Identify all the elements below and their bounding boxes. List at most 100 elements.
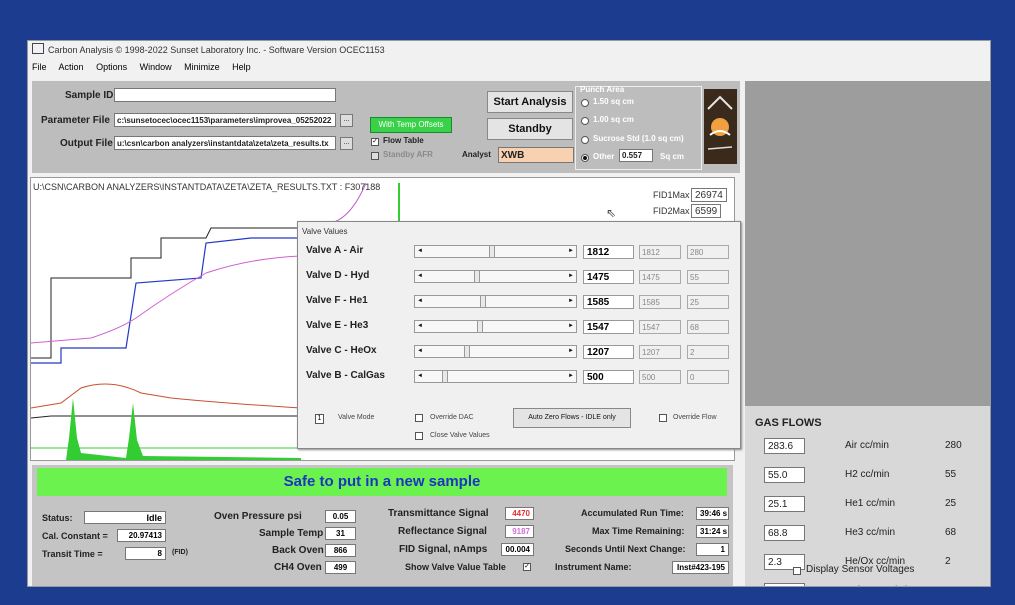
override-dac-checkbox[interactable] [415,414,423,422]
gas-flow-setpoint: 55 [945,469,957,480]
slider-left-arrow-icon[interactable]: ◄ [415,271,425,282]
slider-right-arrow-icon[interactable]: ► [566,371,576,382]
valve-value[interactable]: 1812 [583,245,634,259]
punch-label-1-00: 1.00 sq cm [593,115,634,124]
slider-left-arrow-icon[interactable]: ◄ [415,371,425,382]
slider-right-arrow-icon[interactable]: ► [566,271,576,282]
menu-file[interactable]: File [32,62,47,72]
window-title: Carbon Analysis © 1998-2022 Sunset Labor… [48,45,385,55]
slider-thumb[interactable] [480,296,486,307]
menu-help[interactable]: Help [232,62,251,72]
flow-table-checkbox[interactable]: ✓ [371,138,379,146]
gas-flow-reading: 25.1 [764,496,805,512]
output-browse-button[interactable]: ... [340,137,353,150]
slider-thumb[interactable] [489,246,495,257]
valve-mode-input[interactable]: 1 [315,414,324,424]
fid-signal-label: FID Signal, nAmps [399,544,488,555]
max-time-value: 31:24 s [696,525,729,538]
gas-flow-reading: 68.8 [764,525,805,541]
control-panel: Sample ID Parameter File c:\sunsetocec\o… [32,81,740,173]
with-temp-offsets-button[interactable]: With Temp Offsets [370,117,452,133]
close-valve-checkbox[interactable] [415,432,423,440]
valve-value-2: 1207 [639,345,681,359]
start-analysis-button[interactable]: Start Analysis [487,91,573,113]
valve-name: Valve D - Hyd [306,270,370,281]
slider-left-arrow-icon[interactable]: ◄ [415,246,425,257]
output-file-input[interactable]: u:\csn\carbon analyzers\instantdata\zeta… [114,136,336,150]
show-valve-table-label: Show Valve Value Table [405,562,506,572]
override-flow-checkbox[interactable] [659,414,667,422]
punch-radio-other[interactable] [581,154,589,162]
menu-options[interactable]: Options [96,62,127,72]
sample-id-input[interactable] [114,88,336,102]
valve-value[interactable]: 1585 [583,295,634,309]
valve-name: Valve E - He3 [306,320,369,331]
gas-flow-setpoint: 0 [945,585,951,586]
fid2-label: FID2Max [653,206,690,216]
parameter-file-label: Parameter File [41,115,110,126]
auto-zero-flows-button[interactable]: Auto Zero Flows - IDLE only [513,408,631,428]
slider-thumb[interactable] [474,271,480,282]
menu-minimize[interactable]: Minimize [184,62,220,72]
punch-radio-1-50[interactable] [581,99,589,107]
valve-value[interactable]: 1547 [583,320,634,334]
valve-row: Valve D - Hyd ◄ ► 1475 1475 55 [298,267,740,287]
slider-right-arrow-icon[interactable]: ► [566,296,576,307]
slider-left-arrow-icon[interactable]: ◄ [415,346,425,357]
valve-slider[interactable]: ◄ ► [414,370,577,383]
punch-radio-1-00[interactable] [581,117,589,125]
punch-other-input[interactable]: 0.557 [619,149,653,162]
menu-action[interactable]: Action [59,62,84,72]
slider-right-arrow-icon[interactable]: ► [566,321,576,332]
laser-trace-top [330,182,367,224]
right-empty-panel [745,81,990,406]
ch4-oven-label: CH4 Oven [274,562,322,573]
title-bar: Carbon Analysis © 1998-2022 Sunset Labor… [28,41,990,59]
menu-window[interactable]: Window [140,62,172,72]
parameter-browse-button[interactable]: ... [340,114,353,127]
punch-label-1-50: 1.50 sq cm [593,97,634,106]
gas-flow-setpoint: 25 [945,498,957,509]
standby-afr-label: Standby AFR [383,150,433,159]
valve-value-3: 2 [687,345,729,359]
transmittance-label: Transmittance Signal [388,508,489,519]
standby-button[interactable]: Standby [487,118,573,140]
sample-temp-label: Sample Temp [259,528,324,539]
valve-value[interactable]: 1207 [583,345,634,359]
display-voltages-checkbox[interactable] [793,567,801,575]
cal-constant-value: 20.97413 [117,529,166,542]
slider-left-arrow-icon[interactable]: ◄ [415,321,425,332]
gas-flow-reading: -0.1 [764,583,805,586]
slider-thumb[interactable] [477,321,483,332]
sample-temp-value: 31 [325,527,356,540]
parameter-file-input[interactable]: c:\sunsetocec\ocec1153\parameters\improv… [114,113,336,127]
slider-thumb[interactable] [442,371,448,382]
valve-slider[interactable]: ◄ ► [414,345,577,358]
valve-slider[interactable]: ◄ ► [414,295,577,308]
valve-slider[interactable]: ◄ ► [414,245,577,258]
valve-value[interactable]: 1475 [583,270,634,284]
valve-slider[interactable]: ◄ ► [414,270,577,283]
gas-flow-label: Air cc/min [845,440,889,451]
slider-right-arrow-icon[interactable]: ► [566,246,576,257]
instrument-name-value: Inst#423-195 [672,561,729,574]
analyst-input[interactable]: XWB [498,147,574,163]
valve-value-2: 1812 [639,245,681,259]
punch-radio-sucrose[interactable] [581,136,589,144]
temp-trace-blue [31,237,301,364]
valve-value[interactable]: 500 [583,370,634,384]
valve-row: Valve E - He3 ◄ ► 1547 1547 68 [298,317,740,337]
slider-right-arrow-icon[interactable]: ► [566,346,576,357]
close-valve-label: Close Valve Values [430,432,490,439]
valve-slider[interactable]: ◄ ► [414,320,577,333]
standby-afr-checkbox[interactable] [371,152,379,160]
gas-flow-label: He3 cc/min [845,527,896,538]
show-valve-table-checkbox[interactable]: ✓ [523,563,531,571]
laser-trace [31,255,302,344]
slider-left-arrow-icon[interactable]: ◄ [415,296,425,307]
slider-thumb[interactable] [464,346,470,357]
gas-flow-setpoint: 68 [945,527,957,538]
seconds-next-label: Seconds Until Next Change: [565,544,686,554]
gas-flow-label: Cal Gas cc/min [845,585,913,586]
status-label: Status: [42,513,73,523]
